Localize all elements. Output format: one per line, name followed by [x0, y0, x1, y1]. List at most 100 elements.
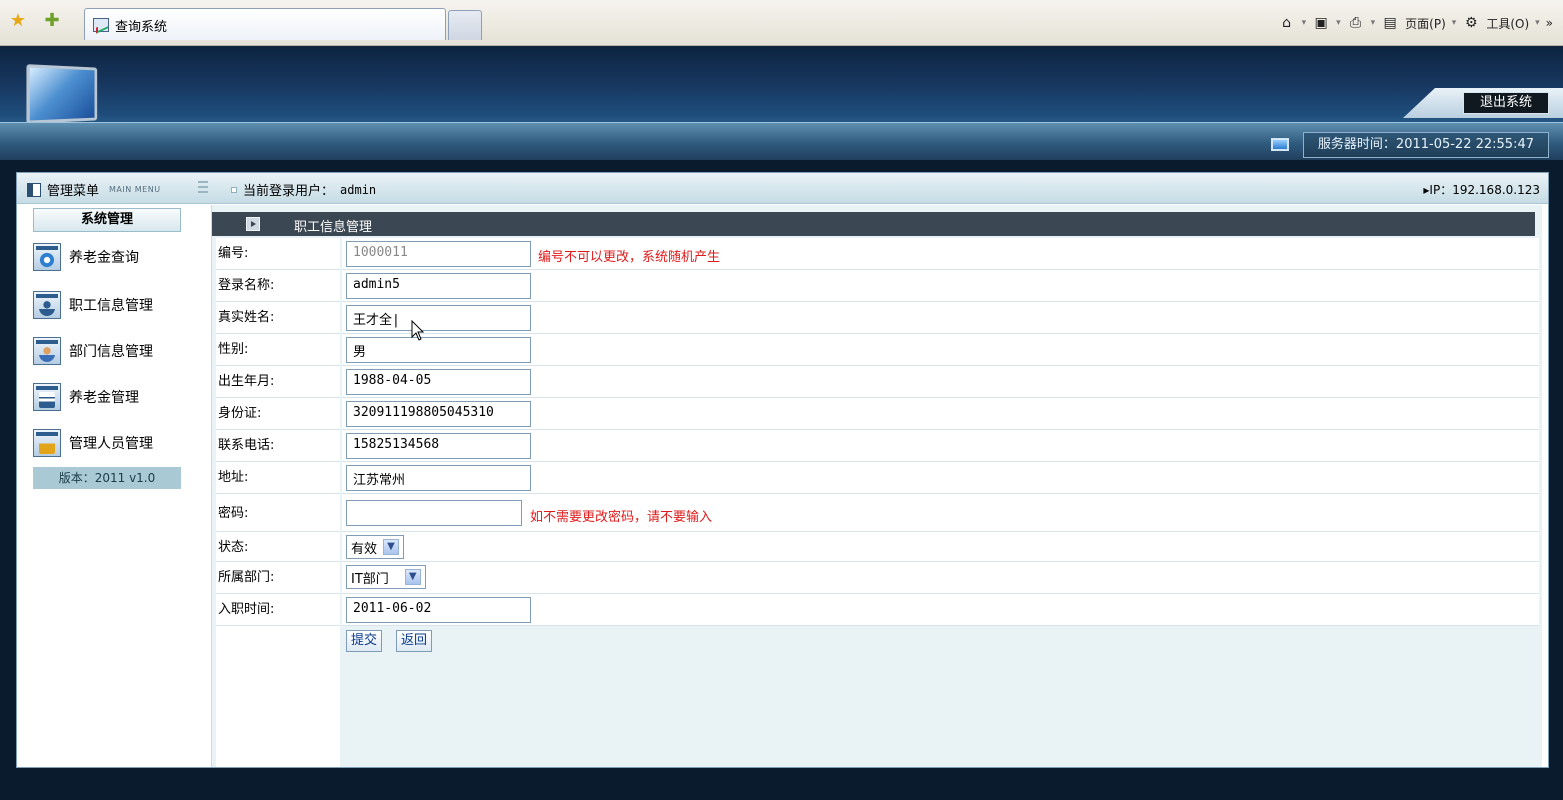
- overflow-chevron-icon[interactable]: »: [1546, 16, 1553, 30]
- tab-title: 查询系统: [115, 20, 168, 35]
- password-hint: 如不需要更改密码，请不要输入: [530, 510, 713, 525]
- id-hint: 编号不可以更改，系统随机产生: [538, 250, 721, 265]
- form-row-actions: 提交 返回: [216, 626, 1539, 800]
- ip-value: 192.168.0.123: [1452, 183, 1540, 197]
- field-cell: 1000011 编号不可以更改，系统随机产生: [342, 238, 1539, 270]
- field-label: 入职时间:: [216, 594, 340, 626]
- field-cell: 320911198805045310: [342, 398, 1539, 430]
- status-select[interactable]: 有效 ▼: [346, 535, 405, 559]
- field-label: 所属部门:: [216, 562, 340, 594]
- document-user-icon: [33, 383, 61, 411]
- form-row-id: 编号: 1000011 编号不可以更改，系统随机产生: [216, 238, 1539, 270]
- server-time-value: 2011-05-22 22:55:47: [1395, 137, 1534, 152]
- field-label: 登录名称:: [216, 270, 340, 302]
- address-input[interactable]: 江苏常州: [346, 465, 531, 491]
- field-cell: 王才全|: [342, 302, 1539, 334]
- feeds-icon[interactable]: ▣: [1312, 14, 1330, 32]
- sidebar-item-label: 部门信息管理: [69, 344, 153, 360]
- new-tab-button[interactable]: [448, 10, 482, 40]
- menu-title: 管理菜单 MAIN MENU: [27, 180, 161, 199]
- menu-toggle-icon[interactable]: [198, 181, 208, 193]
- field-label: 密码:: [216, 494, 340, 532]
- hire-date-input[interactable]: 2011-06-02: [346, 597, 531, 623]
- real-name-input[interactable]: 王才全|: [346, 305, 531, 331]
- server-time: 服务器时间：2011-05-22 22:55:47: [1302, 132, 1549, 158]
- version-label: 版本：2011 v1.0: [33, 467, 181, 489]
- add-favorites-icon[interactable]: ✚: [42, 11, 62, 31]
- sidebar-item-pension-query[interactable]: 养老金查询: [33, 239, 193, 275]
- ip-label: IP：: [1429, 183, 1453, 197]
- form-row-login-name: 登录名称: admin5: [216, 270, 1539, 302]
- submit-button[interactable]: 提交: [346, 630, 383, 652]
- actions-label-cell: [216, 626, 340, 767]
- command-bar: ⌂ ▾ ▣ ▾ ⎙ ▾ ▤ 页面(P) ▾ ⚙ 工具(O) ▾ »: [1278, 12, 1553, 34]
- server-time-label: 服务器时间：: [1317, 137, 1396, 152]
- field-cell: admin5: [342, 270, 1539, 302]
- sidebar: 系统管理 养老金查询 职工信息管理 部门信息管理 养老金管理 管理人员管理 版本…: [17, 205, 197, 767]
- id-input: 1000011: [346, 241, 531, 267]
- form-row-department: 所属部门: IT部门 ▼: [216, 562, 1539, 594]
- field-label: 性别:: [216, 334, 340, 366]
- logout-button[interactable]: 退出系统: [1463, 92, 1549, 114]
- sidebar-item-admin-manage[interactable]: 管理人员管理: [33, 425, 193, 461]
- field-cell: 15825134568: [342, 430, 1539, 462]
- field-cell: 江苏常州: [342, 462, 1539, 494]
- content-panel: 职工信息管理 编号: 1000011 编号不可以更改，系统随机产生 登录名称: …: [211, 205, 1542, 767]
- field-cell: 2011-06-02: [342, 594, 1539, 626]
- menu-title-text: 管理菜单: [47, 184, 100, 199]
- login-name-input[interactable]: admin5: [346, 273, 531, 299]
- gear-icon: [33, 243, 61, 271]
- content-title: 职工信息管理: [294, 220, 373, 235]
- field-cell: 如不需要更改密码，请不要输入: [342, 494, 1539, 532]
- sidebar-item-pension-manage[interactable]: 养老金管理: [33, 379, 193, 415]
- page-menu[interactable]: 页面(P): [1405, 15, 1446, 32]
- phone-input[interactable]: 15825134568: [346, 433, 531, 459]
- form-row-address: 地址: 江苏常州: [216, 462, 1539, 494]
- app-header: 退出系统 服务器时间：2011-05-22 22:55:47: [0, 46, 1563, 160]
- field-cell: 有效 ▼: [342, 532, 1539, 562]
- field-label: 出生年月:: [216, 366, 340, 398]
- tools-gear-icon: ⚙: [1465, 15, 1478, 31]
- ip-info: ▸IP：192.168.0.123: [1423, 181, 1540, 198]
- print-icon[interactable]: ⎙: [1347, 14, 1365, 32]
- birth-date-input[interactable]: 1988-04-05: [346, 369, 531, 395]
- bullet-icon: [231, 186, 237, 193]
- department-value: IT部门: [351, 571, 389, 587]
- mouse-cursor-icon: [411, 320, 425, 341]
- sidebar-item-employee[interactable]: 职工信息管理: [33, 287, 193, 323]
- top-info-bar: 管理菜单 MAIN MENU 当前登录用户： admin ▸IP：192.168.…: [17, 173, 1548, 204]
- person-icon: [33, 337, 61, 365]
- page-icon: [93, 18, 109, 32]
- field-label: 真实姓名:: [216, 302, 340, 334]
- form-row-password: 密码: 如不需要更改密码，请不要输入: [216, 494, 1539, 532]
- id-card-input[interactable]: 320911198805045310: [346, 401, 531, 427]
- favorites-star-icon[interactable]: ★: [8, 11, 28, 31]
- form-row-hire-date: 入职时间: 2011-06-02: [216, 594, 1539, 626]
- form-row-phone: 联系电话: 15825134568: [216, 430, 1539, 462]
- sidebar-item-department[interactable]: 部门信息管理: [33, 333, 193, 369]
- sidebar-item-label: 养老金管理: [69, 390, 139, 406]
- sidebar-item-label: 职工信息管理: [69, 298, 153, 314]
- field-label: 编号:: [216, 238, 340, 270]
- tools-menu[interactable]: 工具(O): [1486, 15, 1529, 32]
- page-menu-icon: ▤: [1383, 15, 1397, 31]
- back-button[interactable]: 返回: [396, 630, 433, 652]
- sidebar-item-label: 管理人员管理: [69, 436, 153, 452]
- browser-tab[interactable]: 查询系统: [84, 8, 446, 40]
- content-header: 职工信息管理: [212, 212, 1535, 236]
- sidebar-heading: 系统管理: [33, 208, 181, 232]
- field-cell: 男: [342, 334, 1539, 366]
- home-icon[interactable]: ⌂: [1278, 14, 1296, 32]
- main-frame: 管理菜单 MAIN MENU 当前登录用户： admin ▸IP：192.168.…: [16, 172, 1549, 768]
- menu-icon: [27, 182, 41, 197]
- form-row-birth: 出生年月: 1988-04-05: [216, 366, 1539, 398]
- gender-input[interactable]: 男: [346, 337, 531, 363]
- status-value: 有效: [351, 541, 378, 557]
- play-icon: [246, 217, 260, 231]
- chevron-down-icon: ▼: [404, 569, 421, 585]
- lock-icon: [33, 429, 61, 457]
- browser-toolbar: ★ ✚ 查询系统 ⌂ ▾ ▣ ▾ ⎙ ▾ ▤ 页面(P) ▾ ⚙ 工具(O) ▾ »: [0, 0, 1563, 46]
- department-select[interactable]: IT部门 ▼: [346, 565, 426, 589]
- password-input[interactable]: [346, 500, 522, 526]
- users-icon: [33, 291, 61, 319]
